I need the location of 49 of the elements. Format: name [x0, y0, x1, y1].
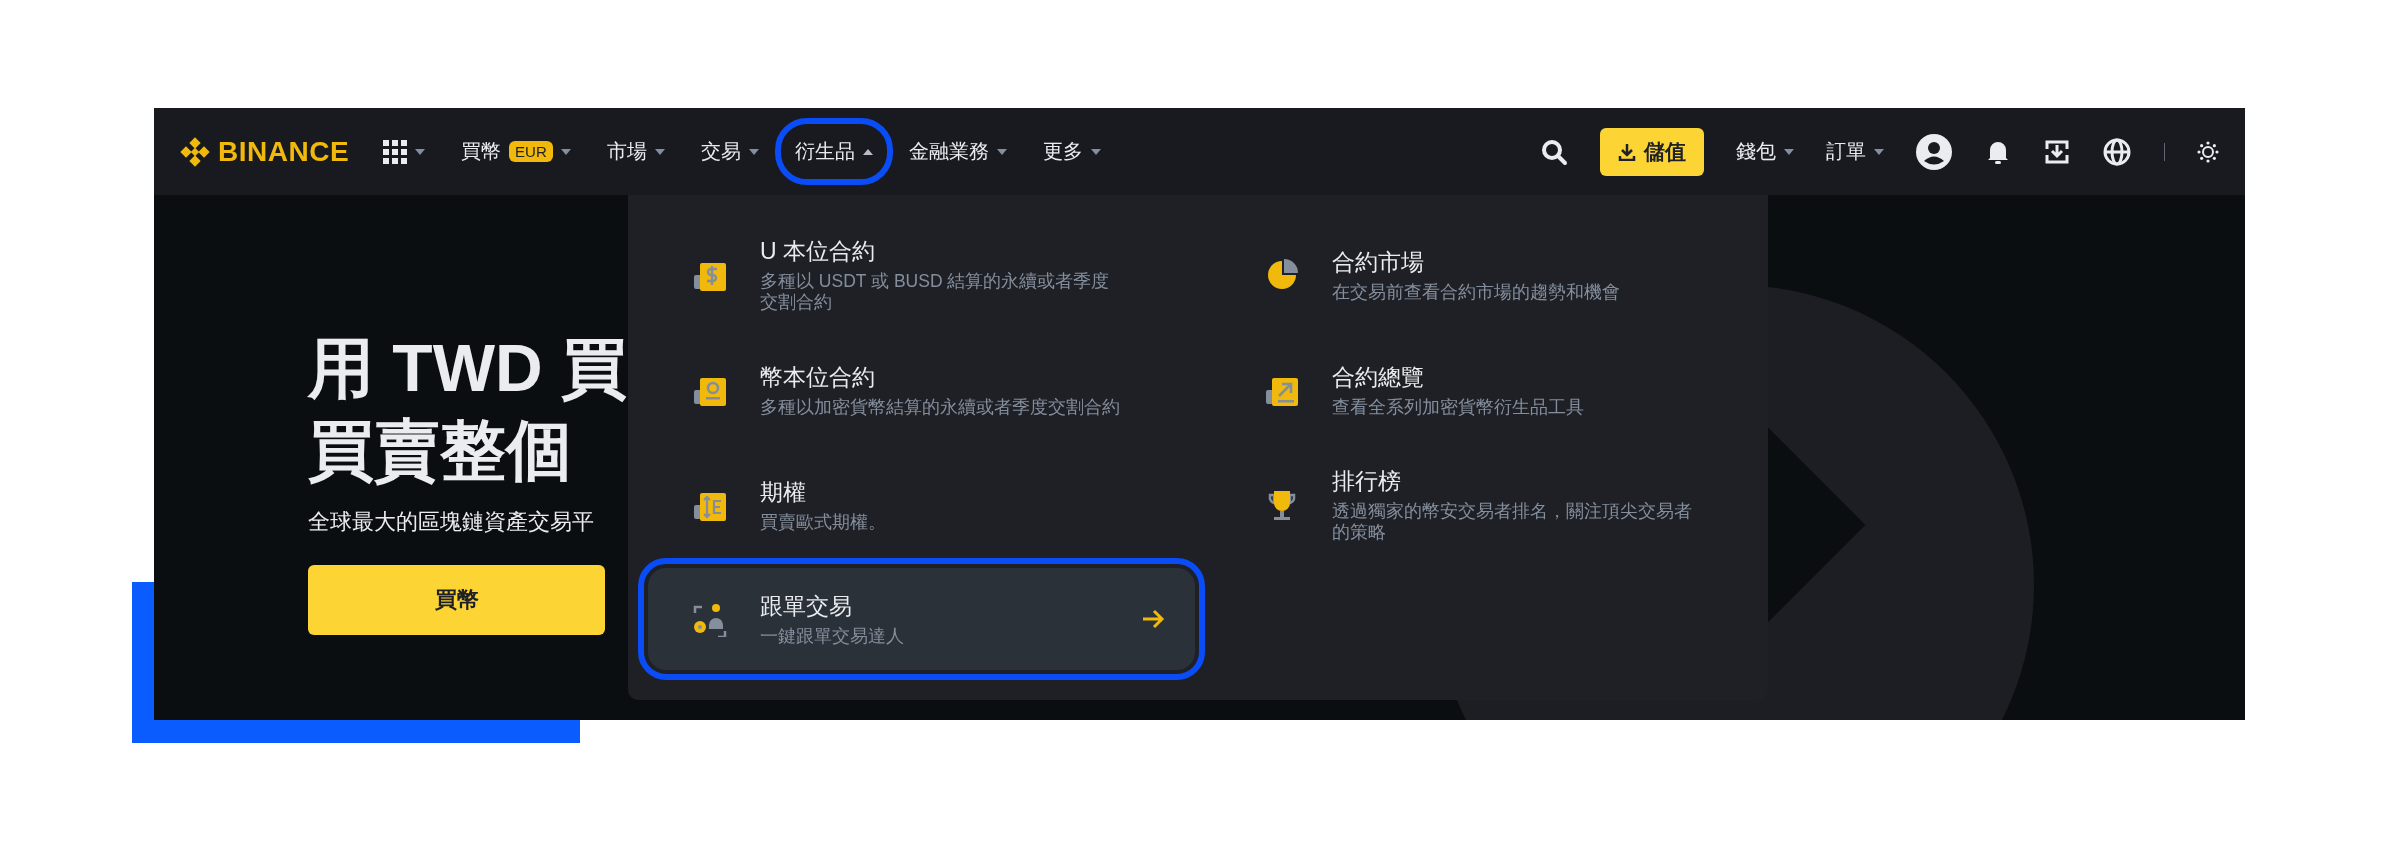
search-icon[interactable] — [1540, 137, 1568, 166]
hero-headline: 用 TWD 買 — [308, 330, 627, 407]
nav-menu-item[interactable]: 更多 — [1042, 138, 1083, 165]
menu-item-description: 透過獨家的幣安交易者排名，關注頂尖交易者的策略 — [1332, 501, 1693, 543]
buy-crypto-button[interactable]: 買幣 — [308, 565, 605, 635]
menu-item[interactable]: 幣本位合約 多種以加密貨幣結算的永續或者季度交割合約 — [648, 332, 1195, 447]
nav-menu-item[interactable]: 交易 — [700, 138, 741, 165]
menu-item[interactable]: U 本位合約 多種以 USDT 或 BUSD 結算的永續或者季度交割合約 — [648, 217, 1195, 332]
menu-item-description: 多種以加密貨幣結算的永續或者季度交割合約 — [760, 396, 1121, 418]
menu-item[interactable]: 合約市場 在交易前查看合約市場的趨勢和機會 — [1220, 217, 1748, 332]
nav-menu-item[interactable]: 市場 — [606, 138, 647, 165]
grid-icon[interactable] — [383, 139, 408, 164]
menu-item-title: 幣本位合約 — [760, 362, 876, 392]
menu-item-description: 多種以 USDT 或 BUSD 結算的永續或者季度交割合約 — [760, 271, 1111, 313]
menu-item-title: 合約市場 — [1332, 247, 1425, 277]
nav-menu-item[interactable]: 買幣 — [461, 138, 502, 165]
menu-item-title: 合約總覽 — [1332, 362, 1425, 392]
menu-item-description: 查看全系列加密貨幣衍生品工具 — [1332, 396, 1585, 418]
arrow-right-icon — [1141, 609, 1165, 629]
nav-menu-item[interactable]: 金融業務 — [908, 138, 989, 165]
menu-item-description: 在交易前查看合約市場的趨勢和機會 — [1332, 281, 1621, 303]
menu-item-title: 排行榜 — [1332, 467, 1402, 496]
menu-item[interactable]: 跟單交易 一鍵跟單交易達人 — [648, 568, 1195, 670]
caret-icon — [1874, 148, 1884, 155]
menu-item[interactable]: 期權 買賣歐式期權。 — [648, 447, 1195, 562]
currency-badge: EUR — [509, 141, 553, 162]
hero-headline: 買賣整個 — [308, 412, 572, 489]
menu-item-description: 一鍵跟單交易達人 — [760, 626, 905, 647]
nav-menu-item[interactable]: 錢包 — [1736, 138, 1776, 165]
nav-menu-item[interactable]: 衍生品 — [794, 138, 855, 165]
menu-item-title: U 本位合約 — [760, 237, 876, 266]
globe-icon[interactable] — [2102, 136, 2132, 167]
logo-text[interactable]: BINANCE — [218, 135, 350, 168]
deposit-button[interactable]: 儲值 — [1600, 127, 1704, 176]
caret-icon — [1784, 148, 1794, 155]
download-box-icon[interactable] — [2044, 138, 2070, 165]
menu-item-title: 期權 — [760, 477, 807, 507]
caret-icon — [415, 148, 426, 155]
menu-item[interactable]: 排行榜 透過獨家的幣安交易者排名，關注頂尖交易者的策略 — [1220, 447, 1748, 562]
diamond-logo-icon — [180, 136, 210, 167]
nav-menu-item[interactable]: 訂單 — [1826, 138, 1866, 165]
menu-item-title: 跟單交易 — [760, 592, 853, 621]
avatar-icon[interactable] — [1916, 133, 1952, 170]
menu-item-description: 買賣歐式期權。 — [760, 511, 887, 533]
sun-icon[interactable] — [2197, 140, 2219, 163]
copy-trader-icon — [692, 601, 728, 637]
hero-subtitle: 全球最大的區塊鏈資產交易平 — [308, 508, 594, 536]
download-icon — [1618, 142, 1636, 161]
menu-item[interactable]: 合約總覽 查看全系列加密貨幣衍生品工具 — [1220, 332, 1748, 447]
